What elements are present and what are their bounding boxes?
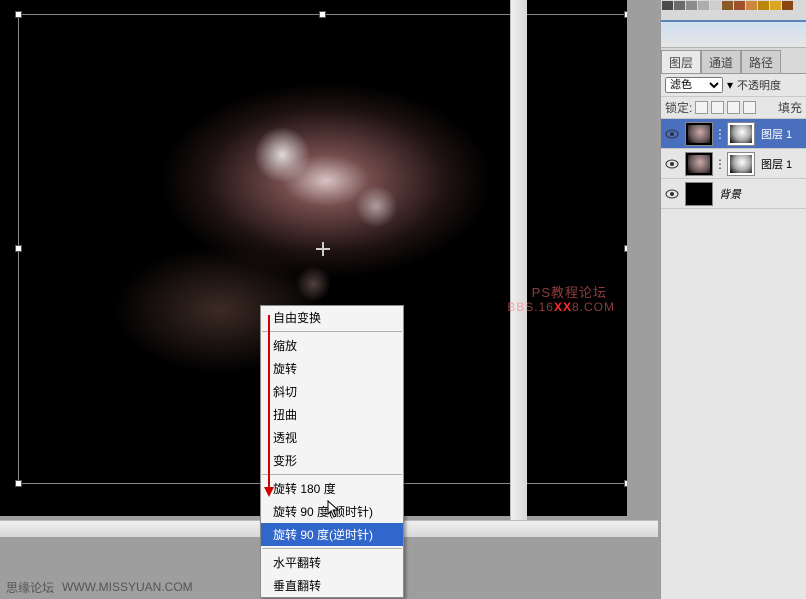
layer-thumbnail[interactable] — [685, 152, 713, 176]
menu-free-transform[interactable]: 自由变换 — [261, 306, 403, 329]
swatch[interactable] — [698, 1, 709, 10]
layer-list: ⋮ 图层 1 ⋮ 图层 1 背景 — [661, 119, 806, 209]
layers-panel: 图层 通道 路径 滤色 ▾ 不透明度 锁定: 填充 ⋮ 图 — [661, 48, 806, 209]
panel-spacer — [661, 22, 806, 48]
annotation-arrow-icon — [268, 315, 270, 495]
lock-image-icon[interactable] — [711, 101, 724, 114]
swatch[interactable] — [782, 1, 793, 10]
opacity-label: 不透明度 — [737, 77, 781, 93]
workspace: PS教程论坛 BBS.16XX8.COM 自由变换 缩放 旋转 斜切 扭曲 透视… — [0, 0, 658, 599]
link-icon[interactable]: ⋮ — [715, 127, 725, 141]
menu-rotate-90-ccw[interactable]: 旋转 90 度(逆时针) — [261, 523, 403, 546]
blend-mode-select[interactable]: 滤色 — [665, 77, 723, 93]
footer-site-label: 思缘论坛 — [6, 579, 54, 596]
menu-warp[interactable]: 变形 — [261, 449, 403, 472]
lock-row: 锁定: 填充 — [661, 97, 806, 119]
chevron-down-icon: ▾ — [727, 78, 733, 92]
menu-skew[interactable]: 斜切 — [261, 380, 403, 403]
menu-flip-vertical[interactable]: 垂直翻转 — [261, 574, 403, 597]
tab-channels[interactable]: 通道 — [701, 50, 741, 73]
layer-row[interactable]: ⋮ 图层 1 — [661, 149, 806, 179]
swatch[interactable] — [722, 1, 733, 10]
menu-separator — [262, 331, 402, 332]
menu-separator — [262, 548, 402, 549]
swatch[interactable] — [734, 1, 745, 10]
lock-all-icon[interactable] — [743, 101, 756, 114]
watermark-line1: PS教程论坛 — [532, 282, 607, 301]
layer-options-row: 滤色 ▾ 不透明度 — [661, 74, 806, 97]
layer-row[interactable]: ⋮ 图层 1 — [661, 119, 806, 149]
swatch[interactable] — [674, 1, 685, 10]
layer-row[interactable]: 背景 — [661, 179, 806, 209]
link-icon[interactable]: ⋮ — [715, 157, 725, 171]
layer-thumbnail[interactable] — [685, 122, 713, 146]
right-panel: 图层 通道 路径 滤色 ▾ 不透明度 锁定: 填充 ⋮ 图 — [660, 0, 806, 599]
visibility-toggle[interactable] — [661, 189, 683, 199]
lock-transparency-icon[interactable] — [695, 101, 708, 114]
menu-rotate-180[interactable]: 旋转 180 度 — [261, 477, 403, 500]
layer-thumbnail[interactable] — [685, 182, 713, 206]
visibility-toggle[interactable] — [661, 159, 683, 169]
eye-icon — [665, 159, 679, 169]
panel-tabs: 图层 通道 路径 — [661, 48, 806, 74]
menu-distort[interactable]: 扭曲 — [261, 403, 403, 426]
menu-rotate-90-cw[interactable]: 旋转 90 度(顺时针) — [261, 500, 403, 523]
menu-flip-horizontal[interactable]: 水平翻转 — [261, 551, 403, 574]
swatches-panel[interactable] — [661, 0, 806, 22]
visibility-toggle[interactable] — [661, 129, 683, 139]
lock-label: 锁定: — [665, 99, 692, 116]
menu-rotate[interactable]: 旋转 — [261, 357, 403, 380]
menu-scale[interactable]: 缩放 — [261, 334, 403, 357]
swatch[interactable] — [758, 1, 769, 10]
tab-layers[interactable]: 图层 — [661, 50, 701, 73]
swatch[interactable] — [746, 1, 757, 10]
layer-name[interactable]: 图层 1 — [757, 156, 806, 172]
layer-name[interactable]: 背景 — [715, 186, 806, 202]
menu-perspective[interactable]: 透视 — [261, 426, 403, 449]
layer-mask-thumbnail[interactable] — [727, 122, 755, 146]
lock-position-icon[interactable] — [727, 101, 740, 114]
menu-separator — [262, 474, 402, 475]
eye-icon — [665, 129, 679, 139]
fill-label: 填充 — [778, 99, 802, 116]
swatch[interactable] — [662, 1, 673, 10]
tab-paths[interactable]: 路径 — [741, 50, 781, 73]
vertical-scrollbar[interactable] — [510, 0, 527, 520]
footer-site-url: WWW.MISSYUAN.COM — [62, 580, 193, 594]
swatch[interactable] — [710, 1, 721, 10]
transform-context-menu: 自由变换 缩放 旋转 斜切 扭曲 透视 变形 旋转 180 度 旋转 90 度(… — [260, 305, 404, 598]
watermark-line2: BBS.16XX8.COM — [507, 300, 615, 314]
layer-name[interactable]: 图层 1 — [757, 126, 806, 142]
layer-mask-thumbnail[interactable] — [727, 152, 755, 176]
eye-icon — [665, 189, 679, 199]
swatch[interactable] — [686, 1, 697, 10]
swatch[interactable] — [770, 1, 781, 10]
